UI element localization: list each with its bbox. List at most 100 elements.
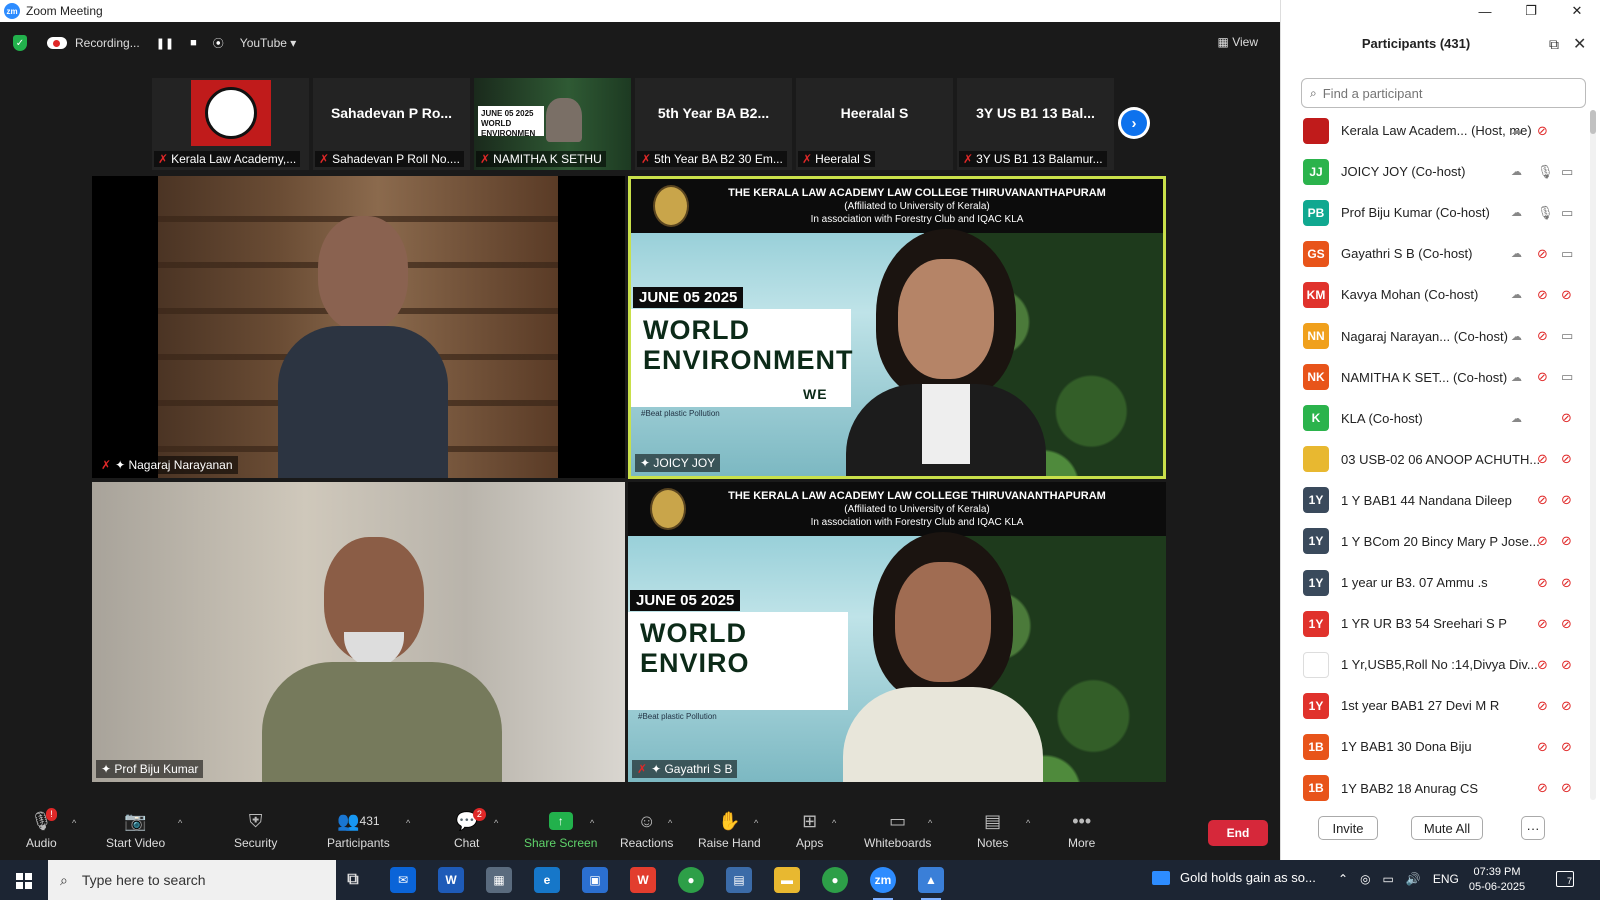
thumbnail-tile[interactable]: ✗ Kerala Law Academy,... [152,78,309,170]
start-video-button[interactable]: 📷 Start Video [106,808,165,860]
participant-row[interactable]: JJ JOICY JOY (Co-host) ☁ 🎙 ▭ [1281,151,1591,192]
video-off-icon[interactable]: ⊘ [1561,492,1572,508]
active-speaker-tile[interactable]: THE KERALA LAW ACADEMY LAW COLLEGE THIRU… [628,176,1166,479]
participant-row[interactable]: 1Y 1 YR UR B3 54 Sreehari S P ⊘ ⊘ [1281,603,1591,644]
participant-row[interactable]: 1B 1Y BAB1 30 Dona Biju ⊘ ⊘ [1281,726,1591,767]
participant-row[interactable]: 1Y 1 Y BCom 20 Bincy Mary P Jose... ⊘ ⊘ [1281,521,1591,562]
video-off-icon[interactable]: ⊘ [1561,410,1572,426]
participant-row[interactable]: 1Y 1 Y BAB1 44 Nandana Dileep ⊘ ⊘ [1281,480,1591,521]
clock[interactable]: 07:39 PM 05-06-2025 [1462,865,1532,895]
mic-muted-icon[interactable]: ⊘ [1537,246,1548,262]
share-screen-button[interactable]: ↑ Share Screen [524,808,597,860]
scrollbar[interactable] [1590,110,1596,800]
calculator-icon[interactable]: ▦ [486,867,512,893]
video-off-icon[interactable]: ⊘ [1561,287,1572,303]
store-icon[interactable]: ▣ [582,867,608,893]
more-options-button[interactable]: ··· [1521,816,1545,840]
camera-icon[interactable]: ▭ [1561,328,1573,344]
invite-button[interactable]: Invite [1318,816,1378,840]
more-button[interactable]: ••• More [1068,808,1095,860]
mic-muted-icon[interactable]: ⊘ [1537,780,1548,796]
participant-search[interactable]: ⌕ [1301,78,1586,108]
video-off-icon[interactable]: ⊘ [1561,780,1572,796]
video-off-icon[interactable]: ⊘ [1561,451,1572,467]
camera-icon[interactable]: ▭ [1561,246,1573,262]
thumbnail-tile[interactable]: Heeralal S ✗ Heeralal S [796,78,953,170]
chrome-icon[interactable]: ● [678,867,704,893]
video-tile[interactable]: ✦ Prof Biju Kumar [92,482,625,782]
video-off-icon[interactable]: ⊘ [1561,533,1572,549]
news-widget[interactable]: Gold holds gain as so... [1152,870,1316,885]
apps-options-caret[interactable]: ^ [832,818,836,828]
mic-muted-icon[interactable]: ⊘ [1537,739,1548,755]
audio-options-caret[interactable]: ^ [72,818,76,828]
video-off-icon[interactable]: ⊘ [1561,698,1572,714]
participant-row[interactable]: 1Y 1 year ur B3. 07 Ammu .s ⊘ ⊘ [1281,562,1591,603]
notes-button[interactable]: ▤ Notes [977,808,1008,860]
meet-now-icon[interactable]: ◎ [1360,872,1370,886]
next-page-button[interactable]: › [1118,107,1150,139]
volume-icon[interactable]: 🔊 [1406,872,1421,886]
mic-muted-icon[interactable]: ⊘ [1537,575,1548,591]
zoom-taskbar-icon[interactable]: zm [870,867,896,900]
raise-hand-options-caret[interactable]: ^ [754,818,758,828]
chrome-profile-icon[interactable]: ● [822,867,848,893]
whiteboards-options-caret[interactable]: ^ [928,818,932,828]
view-button[interactable]: ▦ View [1218,35,1258,49]
participant-row[interactable]: KM Kavya Mohan (Co-host) ☁ ⊘ ⊘ [1281,274,1591,315]
camera-icon[interactable]: ▭ [1561,205,1573,221]
participant-row[interactable]: 03 USB-02 06 ANOOP ACHUTH... ⊘ ⊘ [1281,439,1591,480]
video-off-icon[interactable]: ⊘ [1561,616,1572,632]
pop-out-icon[interactable]: ⧉ [1549,36,1559,53]
mic-muted-icon[interactable]: ⊘ [1537,533,1548,549]
participant-row[interactable]: K KLA (Co-host) ☁ ⊘ [1281,398,1591,439]
security-button[interactable]: ⛨ Security [234,808,277,860]
restore-icon[interactable]: ❐ [1508,0,1554,22]
chat-options-caret[interactable]: ^ [494,818,498,828]
participants-button[interactable]: 👥 431 Participants [327,808,390,860]
video-off-icon[interactable]: ⊘ [1561,575,1572,591]
mail-icon[interactable]: ✉ [390,867,416,893]
microphone-icon[interactable]: 🎙 [1537,164,1554,180]
participants-options-caret[interactable]: ^ [406,818,410,828]
notifications-icon[interactable]: 7 [1556,871,1574,887]
end-meeting-button[interactable]: End [1208,820,1268,846]
mic-muted-icon[interactable]: ⊘ [1537,123,1548,139]
stop-recording-icon[interactable]: ■ [190,37,197,49]
mic-muted-icon[interactable]: ⊘ [1537,328,1548,344]
video-off-icon[interactable]: ⊘ [1561,657,1572,673]
audio-button[interactable]: 🎙! Audio [26,808,57,860]
pause-recording-icon[interactable]: ❚❚ [156,37,174,50]
close-panel-icon[interactable]: ✕ [1573,34,1586,54]
participant-row[interactable]: 1B 1Y BAB2 18 Anurag CS ⊘ ⊘ [1281,768,1591,804]
participant-row[interactable]: 1 Yr,USB5,Roll No :14,Divya Div... ⊘ ⊘ [1281,644,1591,685]
recording-label[interactable]: Recording... [75,36,140,50]
thumbnail-tile[interactable]: JUNE 05 2025 WORLD ENVIRONMEN ✗ NAMITHA K … [474,78,631,170]
photos-icon[interactable]: ▲ [918,867,944,900]
reactions-button[interactable]: ☺ Reactions [620,808,673,860]
share-options-caret[interactable]: ^ [590,818,594,828]
mute-all-button[interactable]: Mute All [1411,816,1483,840]
word-icon[interactable]: W [438,867,464,893]
video-off-icon[interactable]: ⊘ [1561,739,1572,755]
wps-icon[interactable]: W [630,867,656,893]
file-explorer-icon[interactable]: ▬ [774,867,800,893]
mic-muted-icon[interactable]: ⊘ [1537,657,1548,673]
mic-muted-icon[interactable]: ⊘ [1537,287,1548,303]
minimize-icon[interactable]: — [1462,0,1508,22]
thumbnail-tile[interactable]: Sahadevan P Ro... ✗ Sahadevan P Roll No..… [313,78,470,170]
microphone-icon[interactable]: 🎙 [1537,205,1554,221]
participant-row[interactable]: NK NAMITHA K SET... (Co-host) ☁ ⊘ ▭ [1281,357,1591,398]
camera-icon[interactable]: ▭ [1561,369,1573,385]
whiteboards-button[interactable]: ▭ Whiteboards [864,808,931,860]
video-tile[interactable]: THE KERALA LAW ACADEMY LAW COLLEGE THIRU… [628,482,1166,782]
thumbnail-tile[interactable]: 5th Year BA B2... ✗ 5th Year BA B2 30 Em.… [635,78,792,170]
apps-button[interactable]: ⊞ Apps [796,808,823,860]
close-window-icon[interactable]: ✕ [1554,0,1600,22]
search-input[interactable] [1322,85,1573,101]
video-tile[interactable]: ✗ ✦ Nagaraj Narayanan [92,176,625,478]
task-view-icon[interactable]: ⧉ [340,867,366,893]
stream-dropdown[interactable]: YouTube ▾ [240,36,297,50]
mic-muted-icon[interactable]: ⊘ [1537,369,1548,385]
chevron-up-icon[interactable]: ⌃ [1338,872,1348,886]
